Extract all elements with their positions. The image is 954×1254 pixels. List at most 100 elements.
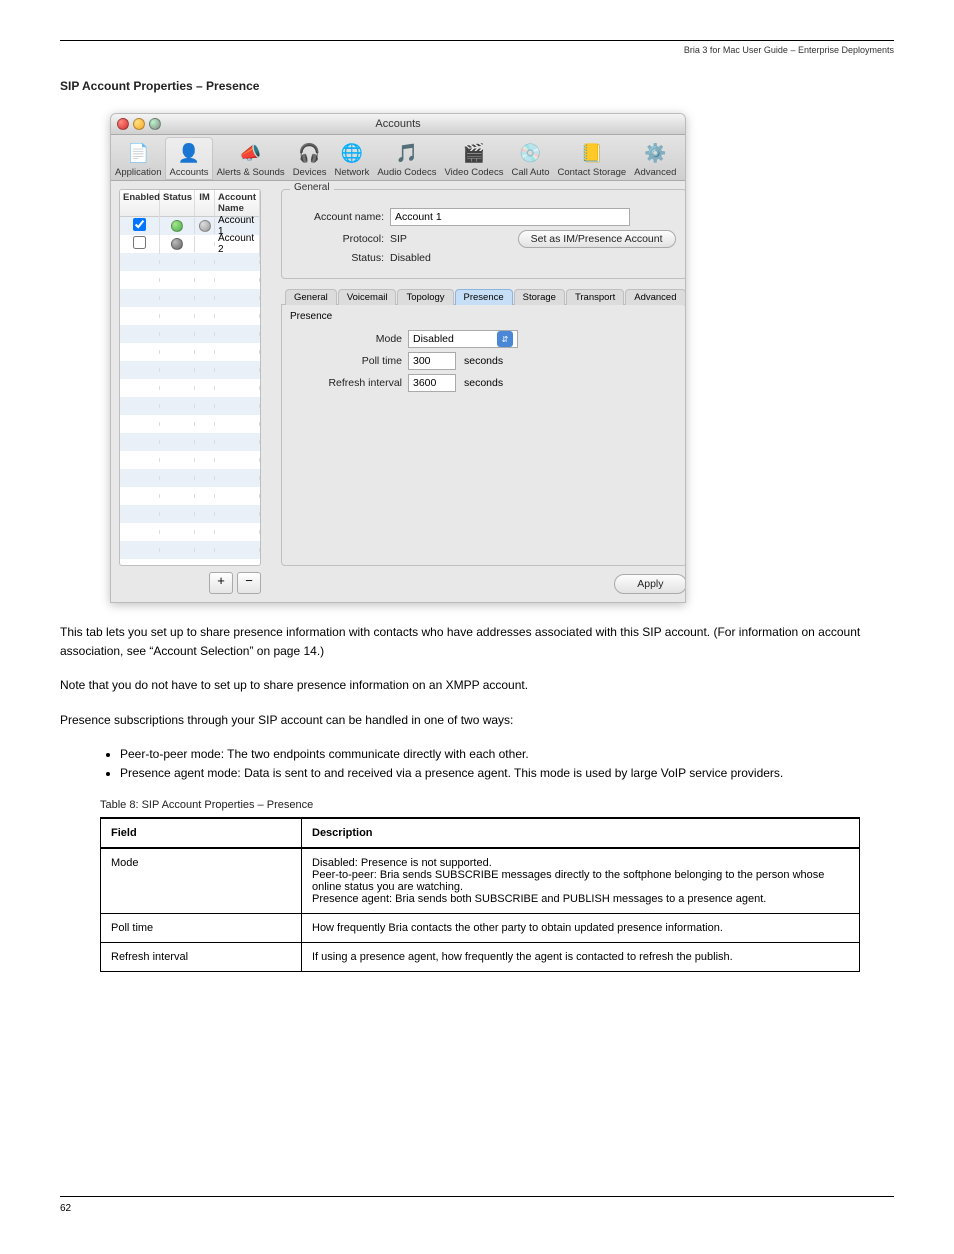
page-number: 62 xyxy=(60,1203,894,1214)
status-icon xyxy=(171,220,183,232)
toolbar-label: Application xyxy=(115,167,161,178)
minimize-icon[interactable] xyxy=(133,118,145,130)
table-row[interactable] xyxy=(120,343,260,361)
properties-table: Field Description Mode Disabled: Presenc… xyxy=(100,817,860,972)
set-im-presence-button[interactable]: Set as IM/Presence Account xyxy=(518,230,676,248)
table-row[interactable]: Account 2 xyxy=(120,235,260,253)
table-row[interactable] xyxy=(120,271,260,289)
table-cell: If using a presence agent, how frequentl… xyxy=(302,942,860,971)
network-icon: 🌐 xyxy=(338,139,366,167)
toolbar-label: Network xyxy=(334,167,369,178)
toolbar-video-codecs[interactable]: 🎬Video Codecs xyxy=(440,137,507,180)
table-row[interactable] xyxy=(120,487,260,505)
account-name-label: Account name: xyxy=(292,211,390,223)
body-paragraph-2: Note that you do not have to set up to s… xyxy=(60,676,894,695)
status-value: Disabled xyxy=(390,252,431,264)
enabled-checkbox[interactable] xyxy=(133,218,146,231)
toolbar-alerts-sounds[interactable]: 📣Alerts & Sounds xyxy=(213,137,289,180)
toolbar-label: Video Codecs xyxy=(444,167,503,178)
alerts-sounds-icon: 📣 xyxy=(237,139,265,167)
general-group-title: General xyxy=(290,182,334,193)
account-name-input[interactable] xyxy=(390,208,630,226)
application-icon: 📄 xyxy=(124,139,152,167)
table-row[interactable] xyxy=(120,361,260,379)
remove-account-button[interactable]: − xyxy=(237,572,261,594)
table-row[interactable] xyxy=(120,307,260,325)
table-header-field: Field xyxy=(101,818,302,848)
list-item: Presence agent mode: Data is sent to and… xyxy=(120,764,894,783)
table-cell: Refresh interval xyxy=(101,942,302,971)
toolbar-network[interactable]: 🌐Network xyxy=(330,137,373,180)
devices-icon: 🎧 xyxy=(296,139,324,167)
col-status[interactable]: Status xyxy=(160,190,195,216)
table-row[interactable] xyxy=(120,397,260,415)
table-row[interactable] xyxy=(120,541,260,559)
table-cell: How frequently Bria contacts the other p… xyxy=(302,913,860,942)
mode-label: Mode xyxy=(292,333,408,345)
toolbar-application[interactable]: 📄Application xyxy=(111,137,165,180)
apply-button[interactable]: Apply xyxy=(614,574,686,594)
table-row[interactable] xyxy=(120,451,260,469)
table-caption: Table 8: SIP Account Properties – Presen… xyxy=(100,799,894,811)
table-header-description: Description xyxy=(302,818,860,848)
protocol-value: SIP xyxy=(390,233,407,245)
mode-value: Disabled xyxy=(413,333,454,345)
table-row[interactable] xyxy=(120,289,260,307)
table-row[interactable] xyxy=(120,379,260,397)
table-row[interactable] xyxy=(120,559,260,566)
mode-select[interactable]: Disabled ⇵ xyxy=(408,330,518,348)
status-icon xyxy=(171,238,183,250)
tab-transport[interactable]: Transport xyxy=(566,289,624,305)
toolbar-advanced[interactable]: ⚙️Advanced xyxy=(630,137,680,180)
toolbar-devices[interactable]: 🎧Devices xyxy=(289,137,331,180)
video-codecs-icon: 🎬 xyxy=(460,139,488,167)
accounts-window: Accounts 📄Application👤Accounts📣Alerts & … xyxy=(110,113,686,603)
account-name-cell: Account 2 xyxy=(215,231,260,257)
call-auto-icon: 💿 xyxy=(516,139,544,167)
tab-topology[interactable]: Topology xyxy=(397,289,453,305)
presence-group-title: Presence xyxy=(290,311,676,322)
list-item: Peer-to-peer mode: The two endpoints com… xyxy=(120,745,894,764)
accounts-icon: 👤 xyxy=(175,139,203,167)
tab-general[interactable]: General xyxy=(285,289,337,305)
table-cell: Mode xyxy=(101,848,302,914)
poll-time-input[interactable] xyxy=(408,352,456,370)
status-label: Status: xyxy=(292,252,390,264)
close-icon[interactable] xyxy=(117,118,129,130)
tab-voicemail[interactable]: Voicemail xyxy=(338,289,397,305)
tab-storage[interactable]: Storage xyxy=(514,289,565,305)
table-row[interactable] xyxy=(120,469,260,487)
toolbar-accounts[interactable]: 👤Accounts xyxy=(165,137,212,180)
window-title: Accounts xyxy=(375,118,420,130)
toolbar-call-auto[interactable]: 💿Call Auto xyxy=(507,137,553,180)
toolbar-contact-storage[interactable]: 📒Contact Storage xyxy=(554,137,631,180)
chevron-updown-icon: ⇵ xyxy=(497,331,513,347)
section-heading: SIP Account Properties – Presence xyxy=(60,79,894,93)
toolbar-label: Alerts & Sounds xyxy=(217,167,285,178)
tab-advanced[interactable]: Advanced xyxy=(625,289,685,305)
table-row[interactable] xyxy=(120,433,260,451)
table-row[interactable] xyxy=(120,415,260,433)
refresh-interval-label: Refresh interval xyxy=(292,377,408,389)
add-account-button[interactable]: + xyxy=(209,572,233,594)
toolbar-label: Audio Codecs xyxy=(377,167,436,178)
toolbar-label: Accounts xyxy=(169,167,208,178)
toolbar-audio-codecs[interactable]: 🎵Audio Codecs xyxy=(373,137,440,180)
advanced-icon: ⚙️ xyxy=(641,139,669,167)
accounts-table[interactable]: Enabled Status IM Account Name Account 1… xyxy=(119,189,261,566)
tab-presence[interactable]: Presence xyxy=(455,289,513,305)
window-titlebar: Accounts xyxy=(111,114,685,135)
col-im[interactable]: IM xyxy=(195,190,215,216)
table-row[interactable] xyxy=(120,325,260,343)
zoom-icon[interactable] xyxy=(149,118,161,130)
toolbar-label: Contact Storage xyxy=(558,167,627,178)
table-row[interactable] xyxy=(120,523,260,541)
enabled-checkbox[interactable] xyxy=(133,236,146,249)
toolbar-label: Devices xyxy=(293,167,327,178)
header-text: Bria 3 for Mac User Guide – Enterprise D… xyxy=(60,45,894,55)
refresh-interval-input[interactable] xyxy=(408,374,456,392)
table-row[interactable] xyxy=(120,505,260,523)
table-cell: Poll time xyxy=(101,913,302,942)
col-enabled[interactable]: Enabled xyxy=(120,190,160,216)
toolbar-label: Call Auto xyxy=(511,167,549,178)
